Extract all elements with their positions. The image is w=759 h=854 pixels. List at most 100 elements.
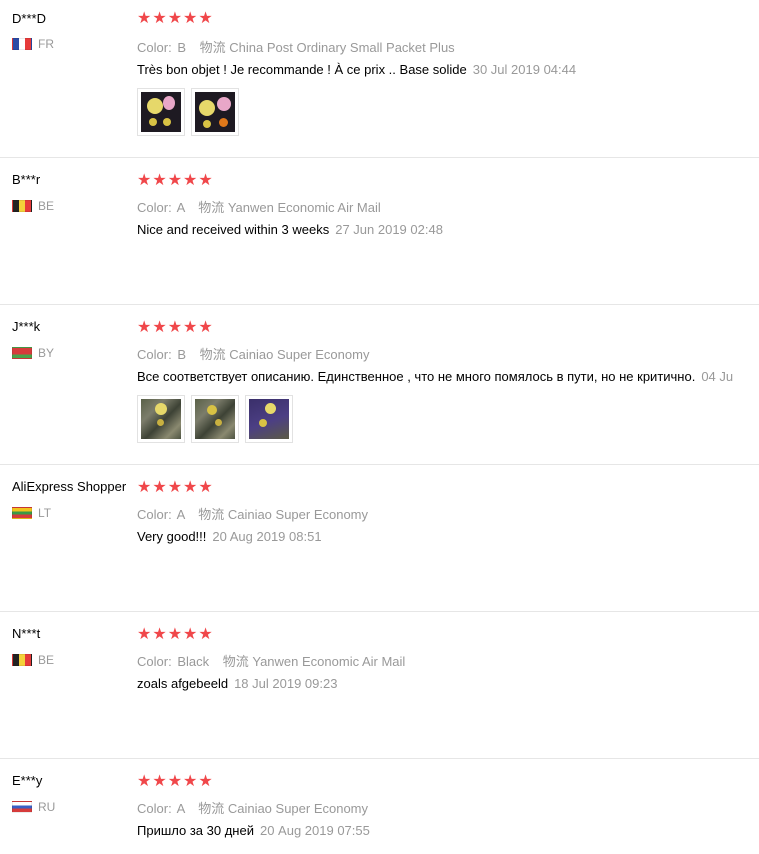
shipping-value: Cainiao Super Economy — [227, 801, 369, 816]
reviewer-name: J***k — [12, 319, 41, 334]
country-code: BY — [38, 346, 55, 360]
belarus-flag-icon — [12, 347, 32, 359]
star-icon: ★ — [152, 10, 167, 27]
star-icon: ★ — [152, 479, 167, 496]
reviewer-country: BE — [12, 653, 54, 667]
shipping-value: Yanwen Economic Air Mail — [252, 654, 406, 669]
star-icon: ★ — [198, 626, 213, 643]
country-code: BE — [38, 199, 55, 213]
order-info: Color: B 物流 Cainiao Super Economy — [137, 344, 369, 363]
shipping-label: 物流 — [198, 801, 225, 816]
feedback-content: Nice and received within 3 weeks — [137, 222, 330, 237]
reviewer-country: RU — [12, 800, 55, 814]
shipping-label: 物流 — [222, 654, 249, 669]
reviewer-name: D***D — [12, 11, 46, 26]
country-code: LT — [38, 506, 52, 520]
shipping-value: Yanwen Economic Air Mail — [227, 200, 381, 215]
star-icon: ★ — [167, 172, 183, 189]
color-label: Color: — [137, 347, 172, 362]
star-icon: ★ — [198, 319, 213, 336]
shipping-label: 物流 — [198, 200, 225, 215]
reviewer-name: B***r — [12, 172, 41, 187]
star-icon: ★ — [137, 479, 152, 496]
star-rating: ★ ★ ★ ★ ★ — [137, 10, 213, 28]
review-item: B***r BE ★ ★ ★ ★ ★ Color: A 物流 Yanwen Econom… — [0, 158, 759, 305]
order-info: Color: A 物流 Cainiao Super Economy — [137, 798, 368, 817]
feedback-content: Все соответствует описанию. Единственное… — [137, 369, 696, 384]
color-label: Color: — [137, 40, 172, 55]
star-icon: ★ — [198, 479, 213, 496]
star-icon: ★ — [152, 319, 167, 336]
star-icon: ★ — [137, 172, 152, 189]
shipping-value: China Post Ordinary Small Packet Plus — [229, 40, 455, 55]
color-value: A — [176, 507, 185, 522]
star-rating: ★ ★ ★ ★ ★ — [137, 172, 213, 190]
star-icon: ★ — [183, 773, 198, 790]
belgium-flag-icon — [12, 654, 32, 666]
france-flag-icon — [12, 38, 32, 50]
review-photo-thumbnail[interactable] — [137, 88, 185, 136]
star-rating: ★ ★ ★ ★ ★ — [137, 479, 213, 497]
review-item: AliExpress Shopper LT ★ ★ ★ ★ ★ Color: A 物流 … — [0, 465, 759, 612]
star-icon: ★ — [152, 773, 167, 790]
star-icon: ★ — [183, 172, 198, 189]
lithuania-flag-icon — [12, 507, 32, 519]
review-photo-thumbnail[interactable] — [191, 395, 239, 443]
review-photos — [137, 395, 293, 443]
star-rating: ★ ★ ★ ★ ★ — [137, 626, 213, 644]
reviewer-country: FR — [12, 37, 54, 51]
reviewer-country: BE — [12, 199, 54, 213]
review-date: 20 Aug 2019 08:51 — [212, 529, 322, 544]
star-icon: ★ — [183, 10, 198, 27]
color-label: Color: — [137, 507, 172, 522]
color-label: Color: — [137, 200, 172, 215]
review-text: Все соответствует описанию. Единственное… — [137, 369, 759, 384]
color-label: Color: — [137, 654, 172, 669]
star-icon: ★ — [137, 10, 152, 27]
color-value: Black — [177, 654, 210, 669]
review-item: N***t BE ★ ★ ★ ★ ★ Color: Black 物流 Yanwen Ec… — [0, 612, 759, 759]
feedback-content: Пришло за 30 дней — [137, 823, 254, 838]
order-info: Color: A 物流 Yanwen Economic Air Mail — [137, 197, 381, 216]
reviewer-name: AliExpress Shopper — [12, 479, 127, 494]
color-value: A — [176, 801, 185, 816]
color-value: B — [177, 347, 186, 362]
review-photo-thumbnail[interactable] — [137, 395, 185, 443]
country-code: FR — [38, 37, 54, 51]
star-icon: ★ — [137, 626, 152, 643]
shipping-label: 物流 — [198, 507, 225, 522]
star-icon: ★ — [167, 479, 183, 496]
russia-flag-icon — [12, 801, 32, 813]
color-label: Color: — [137, 801, 172, 816]
star-rating: ★ ★ ★ ★ ★ — [137, 773, 213, 791]
star-icon: ★ — [183, 479, 198, 496]
reviewer-name: E***y — [12, 773, 43, 788]
feedback-content: Très bon objet ! Je recommande ! À ce pr… — [137, 62, 467, 77]
star-icon: ★ — [167, 319, 183, 336]
country-code: RU — [38, 800, 56, 814]
belgium-flag-icon — [12, 200, 32, 212]
review-text: Nice and received within 3 weeks 27 Jun 2… — [137, 222, 443, 237]
review-item: D***D FR ★ ★ ★ ★ ★ Color: B 物流 China Post Or… — [0, 0, 759, 158]
star-icon: ★ — [167, 626, 183, 643]
feedback-content: zoals afgebeeld — [137, 676, 229, 691]
order-info: Color: Black 物流 Yanwen Economic Air Mail — [137, 651, 405, 670]
review-text: Very good!!! 20 Aug 2019 08:51 — [137, 529, 322, 544]
reviewer-country: LT — [12, 506, 51, 520]
review-date: 04 Ju — [701, 369, 734, 384]
order-info: Color: A 物流 Cainiao Super Economy — [137, 504, 368, 523]
review-date: 18 Jul 2019 09:23 — [234, 676, 338, 691]
star-icon: ★ — [167, 773, 183, 790]
reviewer-country: BY — [12, 346, 54, 360]
review-text: Très bon objet ! Je recommande ! À ce pr… — [137, 62, 576, 77]
review-date: 20 Aug 2019 07:55 — [259, 823, 370, 838]
review-date: 27 Jun 2019 02:48 — [335, 222, 443, 237]
shipping-value: Cainiao Super Economy — [227, 507, 369, 522]
review-photos — [137, 88, 239, 136]
feedback-content: Very good!!! — [137, 529, 207, 544]
star-icon: ★ — [137, 773, 152, 790]
review-item: J***k BY ★ ★ ★ ★ ★ Color: B 物流 Cainiao Super… — [0, 305, 759, 465]
review-photo-thumbnail[interactable] — [245, 395, 293, 443]
review-photo-thumbnail[interactable] — [191, 88, 239, 136]
shipping-value: Cainiao Super Economy — [229, 347, 370, 362]
